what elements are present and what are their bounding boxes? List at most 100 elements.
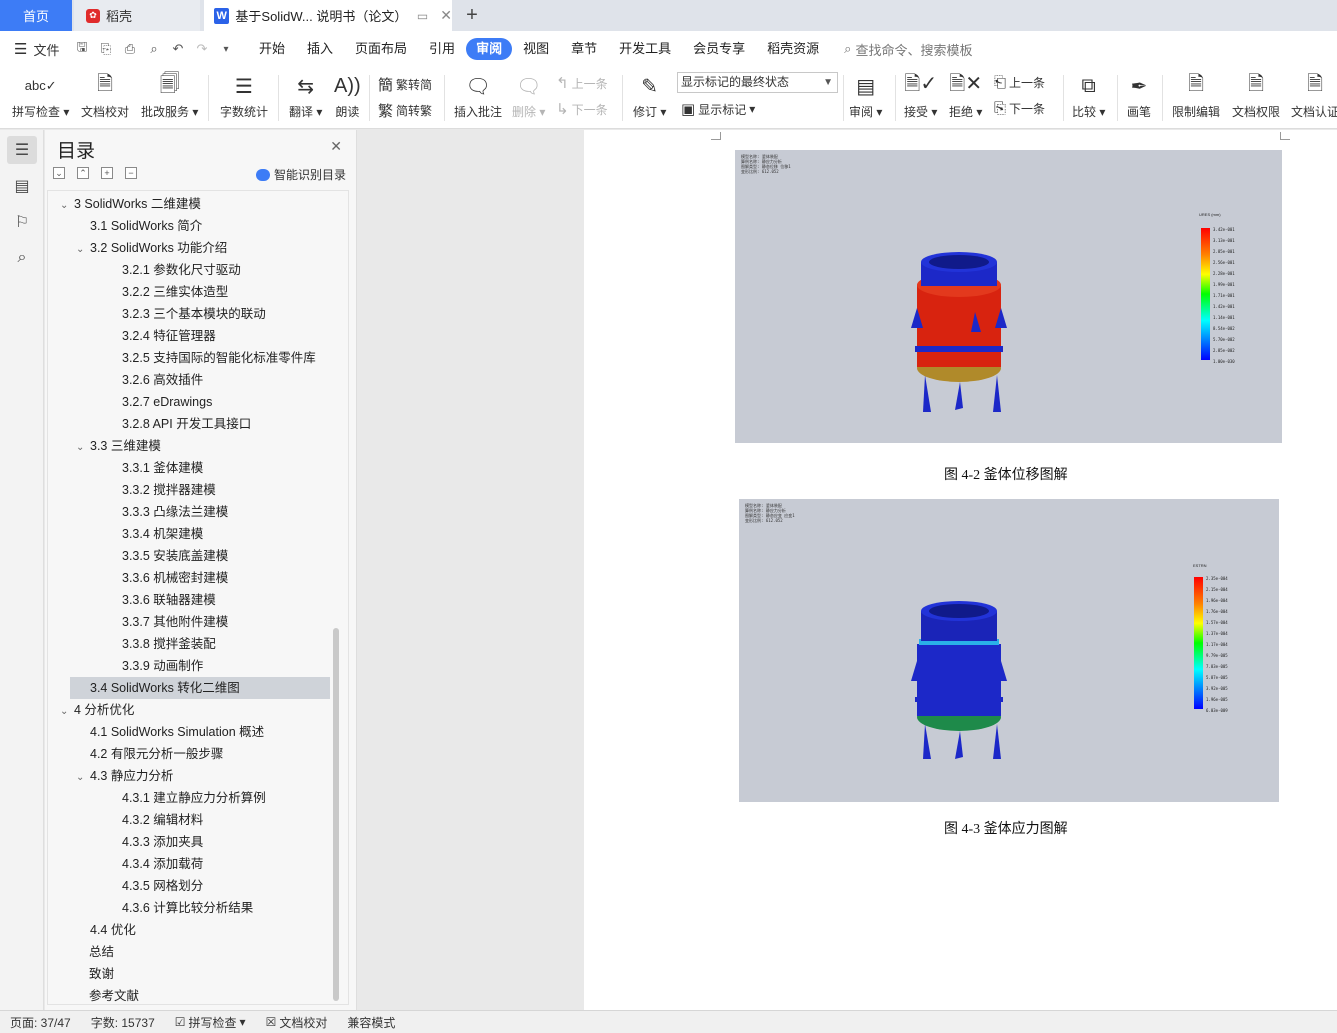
toc-item[interactable]: 4.4 优化: [90, 919, 136, 941]
chapter-nav-icon[interactable]: ▤: [7, 172, 37, 200]
restrict-editing-button[interactable]: 🗎 限制编辑: [1172, 71, 1220, 120]
tab-document[interactable]: W 基于SolidW... 说明书（论文） ▭ ✕: [204, 0, 452, 31]
prev-comment-button[interactable]: ↰ 上一条: [556, 74, 608, 92]
toc-item[interactable]: 3.2.6 高效插件: [122, 369, 203, 391]
stress-plot-image[interactable]: 模型名称: 釜体装配 算例名称: 静应力分析 图解类型: 静态应变 应变1 变形比例:…: [739, 499, 1279, 802]
toc-item[interactable]: 3.2.8 API 开发工具接口: [122, 413, 251, 435]
toc-item[interactable]: 3.2.3 三个基本模块的联动: [122, 303, 266, 325]
toc-item[interactable]: ⌄ 4.3 静应力分析: [76, 765, 173, 787]
chevron-down-icon[interactable]: ⌄: [76, 239, 90, 261]
accept-button[interactable]: 🗎✓ 接受 ▾: [904, 71, 937, 120]
menu-tab[interactable]: 页面布局: [344, 38, 418, 60]
markup-state-select[interactable]: 显示标记的最终状态 ▼: [677, 72, 838, 93]
toc-item[interactable]: 4.3.5 网格划分: [122, 875, 203, 897]
read-aloud-button[interactable]: A)) 朗读: [334, 71, 361, 120]
pen-button[interactable]: ✒ 画笔: [1127, 71, 1151, 120]
toc-item[interactable]: ⌄ 3 SolidWorks 二维建模: [60, 193, 201, 215]
toc-item[interactable]: 3.2.7 eDrawings: [122, 391, 212, 413]
proof-status-button[interactable]: ☒ 文档校对: [256, 1014, 338, 1031]
toc-item[interactable]: 总结: [89, 941, 114, 963]
undo-icon[interactable]: ↶: [170, 41, 186, 57]
toc-item[interactable]: ⌄ 3.3 三维建模: [76, 435, 161, 457]
customize-icon[interactable]: ▾: [218, 44, 234, 55]
menu-tab[interactable]: 会员专享: [682, 38, 756, 60]
menu-tab[interactable]: 稻壳资源: [756, 38, 830, 60]
add-heading-icon[interactable]: +: [101, 167, 113, 179]
print-icon[interactable]: ⎙: [122, 41, 138, 57]
page-indicator[interactable]: 页面: 37/47: [0, 1014, 81, 1031]
tab-float-icon[interactable]: ▭: [417, 9, 428, 23]
expand-all-icon[interactable]: ⌄: [53, 167, 65, 179]
next-change-button[interactable]: ⎘ 下一条: [994, 100, 1045, 117]
menu-tab[interactable]: 引用: [418, 38, 466, 60]
chevron-down-icon[interactable]: ⌄: [76, 767, 90, 789]
translate-button[interactable]: ⇆ 翻译 ▾: [289, 71, 322, 120]
toc-item[interactable]: 3.3.5 安装底盖建模: [122, 545, 228, 567]
toc-item[interactable]: 3.1 SolidWorks 简介: [90, 215, 202, 237]
toc-item[interactable]: ⌄ 4 分析优化: [60, 699, 134, 721]
file-menu-button[interactable]: ☰ 文件: [0, 40, 74, 59]
toc-item[interactable]: 致谢: [89, 963, 114, 985]
smart-toc-button[interactable]: 智能识别目录: [255, 166, 346, 183]
tab-daoke[interactable]: ✿ 稻壳: [74, 0, 200, 31]
toc-item[interactable]: 3.3.3 凸缘法兰建模: [122, 501, 228, 523]
toc-item[interactable]: 4.3.1 建立静应力分析算例: [122, 787, 266, 809]
toc-item[interactable]: 参考文献: [89, 985, 139, 1004]
toc-item[interactable]: 3.3.9 动画制作: [122, 655, 203, 677]
trad-to-simp-button[interactable]: 簡繁转简: [378, 74, 432, 95]
review-pane-button[interactable]: ▤ 审阅 ▾: [849, 71, 882, 120]
toc-item[interactable]: 3.4 SolidWorks 转化二维图: [70, 677, 330, 699]
chevron-down-icon[interactable]: ⌄: [60, 195, 74, 217]
menu-tab[interactable]: 开发工具: [608, 38, 682, 60]
word-count-button[interactable]: ☰ 字数统计: [220, 71, 268, 120]
toc-item[interactable]: 3.3.2 搅拌器建模: [122, 479, 216, 501]
export-pdf-icon[interactable]: ⎘: [98, 41, 114, 57]
next-comment-button[interactable]: ↳ 下一条: [556, 100, 608, 118]
toc-item[interactable]: 3.3.6 机械密封建模: [122, 567, 228, 589]
bookmark-icon[interactable]: ⚐: [7, 208, 37, 236]
toc-item[interactable]: 4.3.2 编辑材料: [122, 809, 203, 831]
reject-button[interactable]: 🗎✕ 拒绝 ▾: [949, 71, 982, 120]
displacement-plot-image[interactable]: 模型名称: 釜体装配 算例名称: 静应力分析 图解类型: 静态位移 位移1 变形比例:…: [735, 150, 1282, 443]
chevron-down-icon[interactable]: ⌄: [76, 437, 90, 459]
menu-tab[interactable]: 插入: [296, 38, 344, 60]
insert-comment-button[interactable]: 🗨 插入批注: [454, 71, 502, 120]
spellcheck-status-button[interactable]: ☑ 拼写检查 ▾: [165, 1014, 256, 1031]
toc-item[interactable]: 3.3.6 联轴器建模: [122, 589, 216, 611]
toc-item[interactable]: ⌄ 3.2 SolidWorks 功能介绍: [76, 237, 227, 259]
menu-tab[interactable]: 视图: [512, 38, 560, 60]
redo-icon[interactable]: ↷: [194, 41, 210, 57]
search-icon[interactable]: ⌕: [7, 244, 37, 272]
menu-tab[interactable]: 章节: [560, 38, 608, 60]
toc-item[interactable]: 3.2.1 参数化尺寸驱动: [122, 259, 241, 281]
menu-tab[interactable]: 开始: [248, 38, 296, 60]
toc-item[interactable]: 3.3.4 机架建模: [122, 523, 203, 545]
toc-pane-icon[interactable]: ☰: [7, 136, 37, 164]
collapse-all-icon[interactable]: ⌃: [77, 167, 89, 179]
doc-permission-button[interactable]: 🗎 文档权限: [1232, 71, 1280, 120]
toc-item[interactable]: 4.3.6 计算比较分析结果: [122, 897, 253, 919]
chevron-down-icon[interactable]: ⌄: [60, 701, 74, 723]
toc-item[interactable]: 4.2 有限元分析一般步骤: [90, 743, 223, 765]
toc-item[interactable]: 4.3.3 添加夹具: [122, 831, 203, 853]
prev-change-button[interactable]: ⎗ 上一条: [994, 74, 1045, 91]
save-icon[interactable]: 🖫: [74, 38, 90, 60]
tab-home[interactable]: 首页: [0, 0, 72, 31]
toc-item[interactable]: 3.2.2 三维实体造型: [122, 281, 228, 303]
doc-certify-button[interactable]: 🗎 文档认证: [1291, 71, 1337, 120]
show-markup-button[interactable]: ▣ 显示标记 ▾: [681, 100, 755, 118]
spellcheck-button[interactable]: abc✓ 拼写检查 ▾: [12, 71, 69, 120]
toc-item[interactable]: 3.2.5 支持国际的智能化标准零件库: [122, 347, 316, 369]
close-icon[interactable]: ✕: [440, 7, 452, 24]
print-preview-icon[interactable]: ⌕: [146, 41, 162, 57]
toc-item[interactable]: 3.3.7 其他附件建模: [122, 611, 228, 633]
doc-proof-button[interactable]: 🗎 文档校对: [81, 71, 129, 120]
track-changes-button[interactable]: ✎ 修订 ▾: [633, 71, 666, 120]
correction-service-button[interactable]: 🗐 批改服务 ▾: [141, 71, 198, 120]
new-tab-button[interactable]: +: [458, 0, 486, 31]
menu-tab[interactable]: 审阅: [466, 38, 513, 60]
toc-item[interactable]: 3.3.1 釜体建模: [122, 457, 203, 479]
command-search[interactable]: ⌕ 查找命令、搜索模板: [844, 40, 972, 59]
toc-item[interactable]: 4.1 SolidWorks Simulation 概述: [90, 721, 264, 743]
word-count-indicator[interactable]: 字数: 15737: [81, 1014, 165, 1031]
